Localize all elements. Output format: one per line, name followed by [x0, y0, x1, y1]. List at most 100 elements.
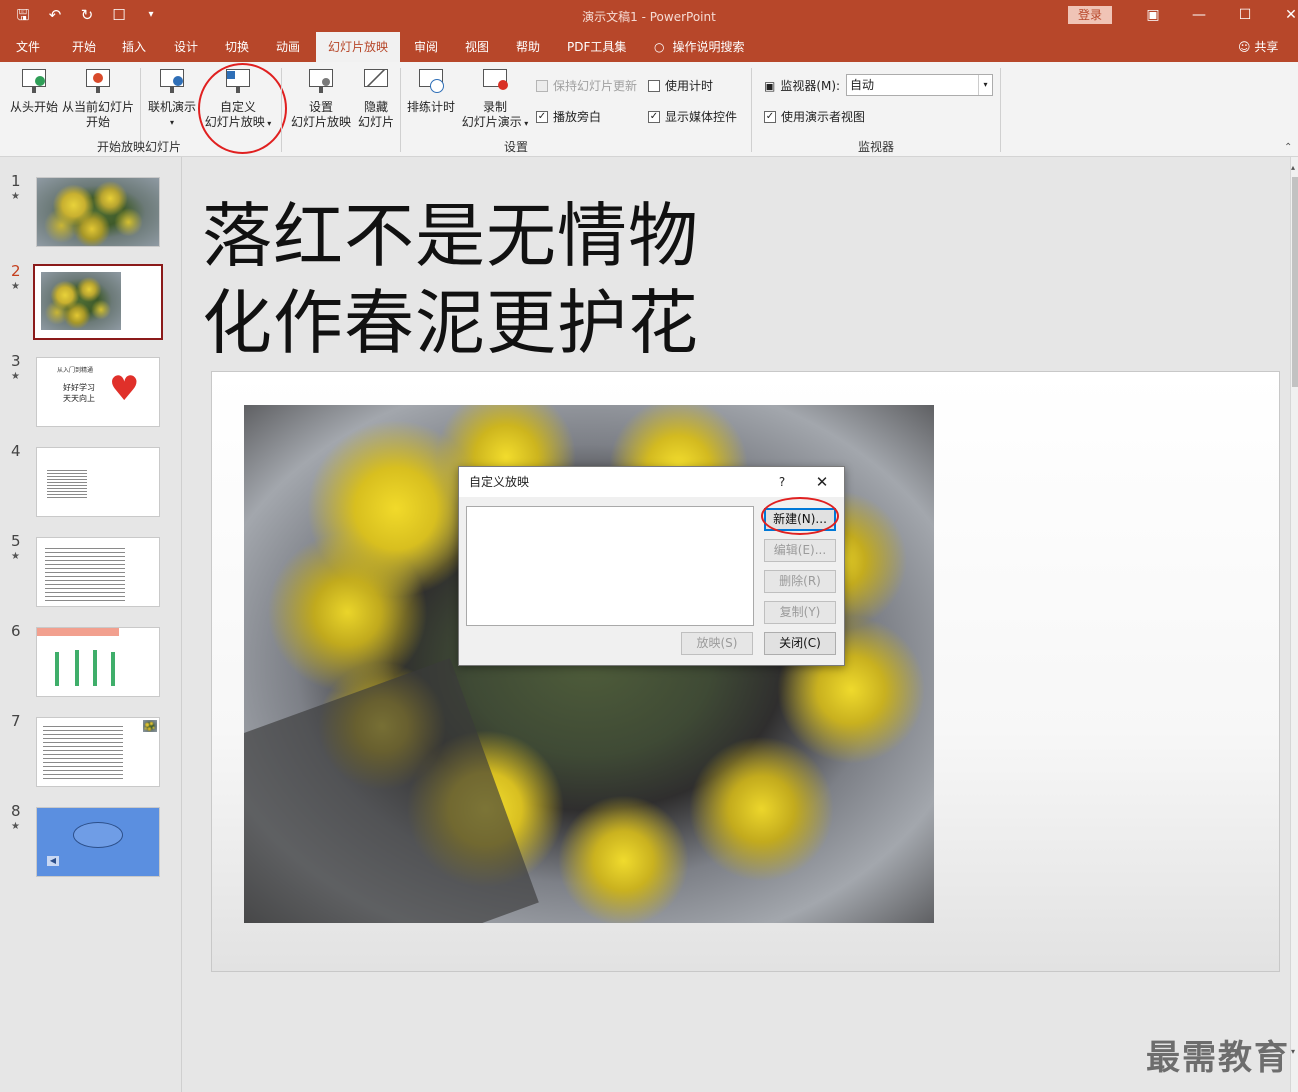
slide-thumbnail-7[interactable] [36, 717, 160, 787]
close-icon[interactable]: ✕ [809, 467, 835, 497]
setup-slideshow-label-1: 设置 [308, 100, 333, 114]
online-present-button[interactable]: 联机演示 ▾ [146, 66, 198, 130]
tab-pdf-tools[interactable]: PDF工具集 [567, 32, 626, 62]
hide-slide-label-2: 幻灯片 [357, 115, 394, 129]
minimize-icon[interactable]: — [1176, 0, 1222, 30]
use-timings-label: 使用计时 [665, 79, 714, 93]
thumbnail-photo [143, 720, 157, 732]
slide-number: 5 [11, 532, 21, 550]
monitor-select[interactable]: 自动 ▾ [846, 74, 993, 96]
tell-me-search[interactable]: ○ 操作说明搜索 [654, 32, 745, 62]
close-button[interactable]: 关闭(C) [764, 632, 836, 655]
delete-button: 删除(R) [764, 570, 836, 593]
tab-transitions[interactable]: 切换 [225, 32, 249, 62]
slide-thumbnail-8[interactable]: ◀ [36, 807, 160, 877]
record-slideshow-label-1: 录制 [482, 100, 507, 114]
vertical-scrollbar[interactable]: ▴ ▾ [1290, 157, 1298, 1092]
tell-me-label: 操作说明搜索 [672, 40, 745, 54]
chevron-down-icon: ▾ [978, 75, 992, 95]
thumbnail-header-bar [37, 628, 119, 636]
monitor-icon: ▣ [764, 78, 776, 93]
slide-thumbnail-6[interactable] [36, 627, 160, 697]
slide-number: 2 [11, 262, 21, 280]
custom-show-list[interactable] [466, 506, 754, 626]
slide-number: 3 [11, 352, 21, 370]
lightbulb-icon: ○ [654, 40, 665, 54]
tab-view[interactable]: 视图 [465, 32, 489, 62]
separator [400, 68, 401, 152]
maximize-icon[interactable]: ☐ [1222, 0, 1268, 30]
help-icon[interactable]: ? [769, 467, 795, 497]
tab-insert[interactable]: 插入 [122, 32, 146, 62]
from-beginning-button[interactable]: 从头开始 [8, 66, 60, 115]
edit-button: 编辑(E)... [764, 539, 836, 562]
thumbnail-text: 从入门到精通 [57, 367, 94, 374]
checkmark-icon: ✓ [648, 110, 660, 123]
tab-file[interactable]: 文件 [16, 32, 40, 62]
group-label-monitors: 监视器 [858, 140, 895, 154]
share-label: 共享 [1254, 40, 1279, 54]
scroll-up-icon[interactable]: ▴ [1291, 163, 1295, 172]
from-beginning-label: 从头开始 [9, 100, 58, 114]
presenter-view-checkbox[interactable]: ✓ 使用演示者视图 [764, 108, 865, 125]
slide-title-line-1[interactable]: 落红不是无情物 [202, 196, 699, 276]
slide-thumbnail-3[interactable]: 从入门到精通 好好学习 天天向上 ♥ [36, 357, 160, 427]
hide-slide-icon [361, 66, 391, 96]
slide-thumbnail-5[interactable] [36, 537, 160, 607]
separator [1000, 68, 1001, 152]
tab-design[interactable]: 设计 [174, 32, 198, 62]
from-current-button[interactable]: 从当前幻灯片 开始 [61, 66, 135, 130]
thumbnail-bar [111, 652, 115, 686]
ribbon-tab-bar: 文件 开始 插入 设计 切换 动画 幻灯片放映 审阅 视图 帮助 PDF工具集 … [0, 32, 1298, 62]
record-slideshow-label-2: 幻灯片演示 [461, 115, 522, 129]
tab-review[interactable]: 审阅 [414, 32, 438, 62]
animation-star-icon: ★ [11, 551, 20, 562]
play-from-current-icon [83, 66, 113, 96]
thumbnail-bar [55, 652, 59, 686]
globe-icon [157, 66, 187, 96]
setup-slideshow-button[interactable]: 设置 幻灯片放映 [290, 66, 352, 130]
slide-number: 1 [11, 172, 21, 190]
rehearse-timings-button[interactable]: 排练计时 [404, 66, 458, 115]
share-button[interactable]: ☺ 共享 [1238, 32, 1278, 62]
show-media-controls-checkbox[interactable]: ✓ 显示媒体控件 [648, 108, 737, 125]
animation-star-icon: ★ [11, 281, 20, 292]
watermark: 最需教育 [1146, 1038, 1290, 1078]
use-timings-checkbox[interactable]: 使用计时 [648, 77, 713, 94]
tab-animations[interactable]: 动画 [276, 32, 300, 62]
scroll-down-icon[interactable]: ▾ [1291, 1047, 1295, 1056]
setup-slideshow-label-2: 幻灯片放映 [290, 115, 351, 129]
animation-star-icon: ★ [11, 191, 20, 202]
slide-number: 4 [11, 442, 21, 460]
title-bar: 🖫 ↶ ↻ ☐ ▾ 演示文稿1 - PowerPoint 登录 ▣ — ☐ ✕ [0, 0, 1298, 32]
collapse-ribbon-icon[interactable]: ⌃ [1284, 142, 1292, 153]
highlight-circle-new-button [761, 497, 839, 535]
close-icon[interactable]: ✕ [1268, 0, 1298, 30]
checkmark-icon: ✓ [764, 110, 776, 123]
scroll-thumb[interactable] [1292, 177, 1298, 387]
login-button[interactable]: 登录 [1068, 6, 1112, 24]
chevron-down-icon: ▾ [521, 119, 529, 128]
back-arrow-icon: ◀ [47, 856, 59, 866]
tab-home[interactable]: 开始 [72, 32, 96, 62]
thumbnail-lines [43, 726, 123, 780]
hide-slide-button[interactable]: 隐藏 幻灯片 [356, 66, 396, 130]
rehearse-timings-label: 排练计时 [406, 100, 455, 114]
tab-help[interactable]: 帮助 [516, 32, 540, 62]
show-media-controls-label: 显示媒体控件 [665, 110, 738, 124]
tab-slideshow[interactable]: 幻灯片放映 [316, 32, 401, 62]
cloud-icon [73, 822, 123, 848]
record-slideshow-button[interactable]: 录制 幻灯片演示 ▾ [460, 66, 530, 131]
slide-thumbnail-4[interactable] [36, 447, 160, 517]
play-narrations-checkbox[interactable]: ✓ 播放旁白 [536, 108, 601, 125]
separator [751, 68, 752, 152]
setup-icon [306, 66, 336, 96]
highlight-circle-custom-slideshow [198, 63, 287, 154]
slide-thumbnail-2[interactable] [33, 264, 163, 340]
slide-number: 8 [11, 802, 21, 820]
record-icon [480, 66, 510, 96]
slide-thumbnail-1[interactable] [36, 177, 160, 247]
slide-title-line-2[interactable]: 化作春泥更护花 [202, 283, 699, 363]
ribbon-display-icon[interactable]: ▣ [1130, 0, 1176, 30]
separator [281, 68, 282, 152]
